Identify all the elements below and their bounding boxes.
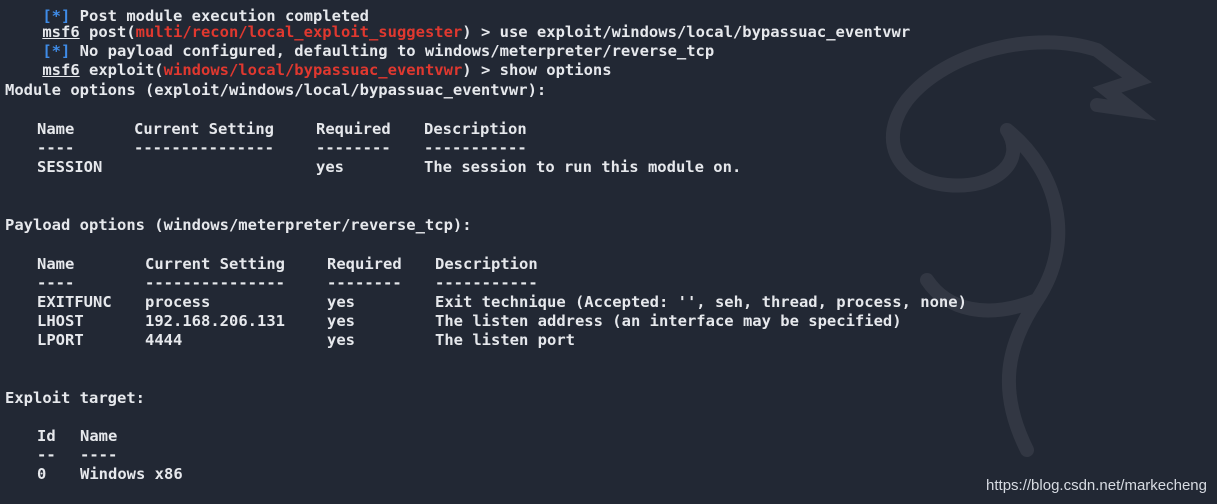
- table-cell: The session to run this module on.: [424, 158, 742, 176]
- table-cell: process: [145, 293, 211, 311]
- command-line-1: msf6 post(multi/recon/local_exploit_sugg…: [5, 4, 910, 41]
- msf-prompt: msf6: [42, 61, 80, 79]
- table-header: Name: [37, 120, 75, 138]
- table-divider: --------: [327, 274, 402, 292]
- table-divider: -----------: [424, 139, 527, 157]
- table-header: Name: [80, 427, 118, 445]
- table-divider: ---------------: [134, 139, 274, 157]
- table-divider: --------: [316, 139, 391, 157]
- table-header: Required: [316, 120, 391, 138]
- cmd-suffix: ) > show options: [462, 61, 612, 79]
- table-cell: Exit technique (Accepted: '', seh, threa…: [435, 293, 967, 311]
- table-cell: EXITFUNC: [37, 293, 112, 311]
- table-header: Name: [37, 255, 75, 273]
- table-cell: 192.168.206.131: [145, 312, 285, 330]
- kali-dragon-watermark-icon: [885, 35, 1157, 457]
- table-divider: --: [37, 446, 56, 464]
- table-divider: -----------: [435, 274, 538, 292]
- exploit-target-heading: Exploit target:: [5, 389, 145, 407]
- table-divider: ----: [80, 446, 118, 464]
- table-cell: LHOST: [37, 312, 84, 330]
- table-cell: 0: [37, 465, 47, 483]
- table-header: Current Setting: [145, 255, 285, 273]
- table-header: Current Setting: [134, 120, 274, 138]
- module-options-heading: Module options (exploit/windows/local/by…: [5, 81, 547, 99]
- table-cell: yes: [316, 158, 344, 176]
- table-divider: ----: [37, 139, 75, 157]
- table-cell: yes: [327, 331, 355, 349]
- cmd-prefix: exploit(: [79, 61, 164, 79]
- table-cell: 4444: [145, 331, 183, 349]
- table-divider: ---------------: [145, 274, 285, 292]
- table-cell: Windows x86: [80, 465, 183, 483]
- table-cell: yes: [327, 312, 355, 330]
- table-header: Description: [424, 120, 527, 138]
- terminal-window[interactable]: [*] Post module execution completed msf6…: [0, 0, 1217, 504]
- table-cell: SESSION: [37, 158, 103, 176]
- info-line: [*] No payload configured, defaulting to…: [5, 23, 714, 60]
- payload-options-heading: Payload options (windows/meterpreter/rev…: [5, 216, 472, 234]
- table-cell: yes: [327, 293, 355, 311]
- table-cell: LPORT: [37, 331, 84, 349]
- table-header: Id: [37, 427, 56, 445]
- module-name: windows/local/bypassuac_eventvwr: [163, 61, 463, 79]
- table-header: Required: [327, 255, 402, 273]
- site-watermark: https://blog.csdn.net/markecheng: [986, 477, 1207, 494]
- table-header: Description: [435, 255, 538, 273]
- table-cell: The listen port: [435, 331, 575, 349]
- table-cell: The listen address (an interface may be …: [435, 312, 902, 330]
- command-line-3: msf6 exploit(windows/local/bypassuac_eve…: [5, 42, 611, 79]
- table-divider: ----: [37, 274, 75, 292]
